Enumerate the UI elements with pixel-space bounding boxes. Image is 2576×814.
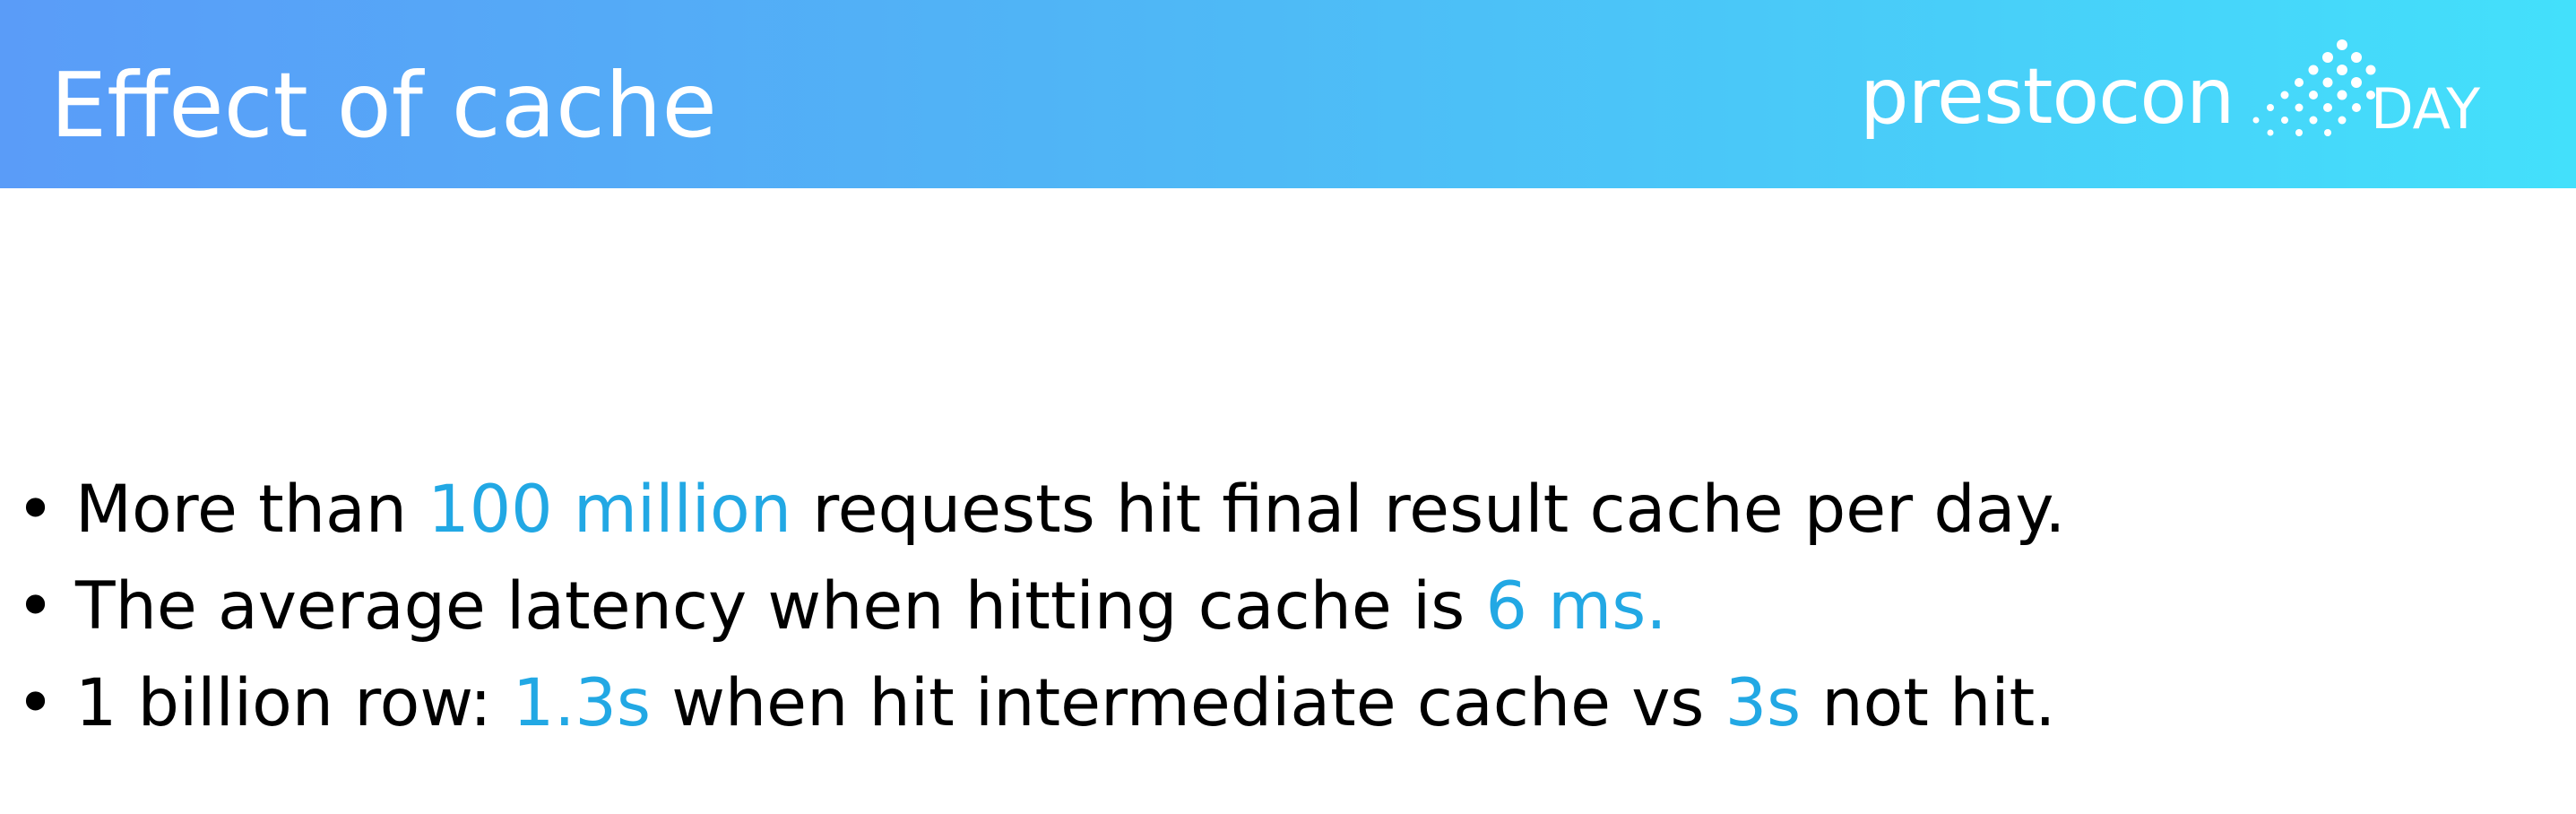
highlighted-value: 3s bbox=[1725, 665, 1802, 741]
bullet-text-segment: More than bbox=[75, 472, 428, 548]
bullet-text-segment: 1 billion row: bbox=[75, 665, 513, 741]
bullet-text: The average latency when hitting cache i… bbox=[75, 559, 1667, 655]
prestocon-day-logo: prestocon DAY bbox=[1860, 25, 2505, 160]
bullet-item: • 1 billion row: 1.3s when hit intermedia… bbox=[0, 655, 2576, 752]
highlighted-value: 1.3s bbox=[512, 665, 651, 741]
bullet-marker: • bbox=[16, 568, 56, 645]
bullet-marker: • bbox=[16, 665, 56, 741]
slide-header: Effect of cache prestocon DAY bbox=[0, 0, 2576, 188]
bullet-text-segment: The average latency when hitting cache i… bbox=[75, 568, 1486, 645]
bullet-item: • More than 100 million requests hit fina… bbox=[0, 462, 2576, 559]
bullet-text-segment: requests hit final result cache per day. bbox=[791, 472, 2066, 548]
highlighted-value: 100 million bbox=[428, 472, 791, 548]
bullet-text: 1 billion row: 1.3s when hit intermediat… bbox=[75, 655, 2056, 752]
bullet-item: • The average latency when hitting cache … bbox=[0, 559, 2576, 655]
bullet-text: More than 100 million requests hit final… bbox=[75, 462, 2065, 559]
slide-title: Effect of cache bbox=[50, 53, 717, 158]
bullet-text-segment: when hit intermediate cache vs bbox=[650, 665, 1725, 741]
logo-day-label: DAY bbox=[2371, 76, 2481, 142]
bullet-list: • More than 100 million requests hit fina… bbox=[0, 462, 2576, 752]
bullet-marker: • bbox=[16, 472, 56, 548]
highlighted-value: 6 ms. bbox=[1485, 568, 1667, 645]
logo-wordmark: prestocon bbox=[1860, 52, 2235, 142]
bullet-text-segment: not hit. bbox=[1801, 665, 2056, 741]
